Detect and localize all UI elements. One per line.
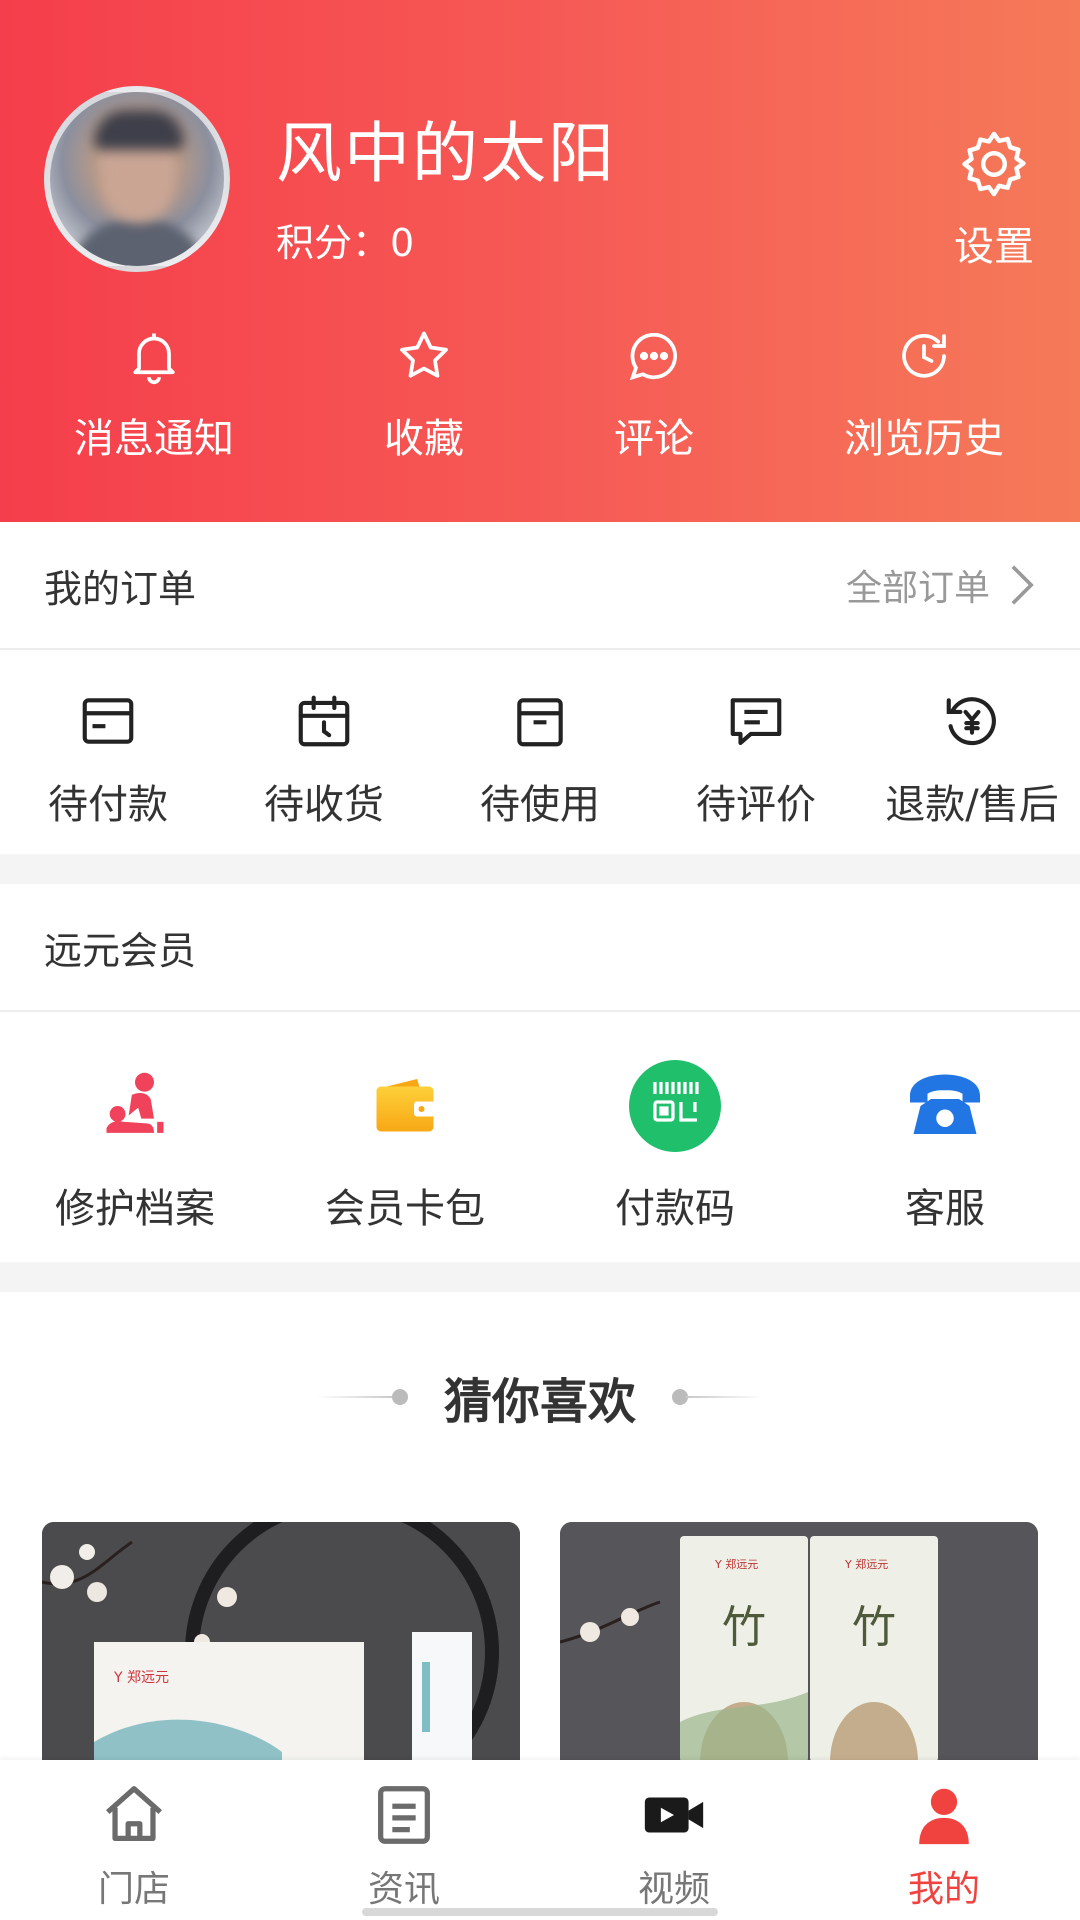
quick-link-history[interactable]: 浏览历史 [814,326,1034,464]
recommendations-section: 猜你喜欢 Y 郑远元 Y 郑远元 Y 郑远元 竹 竹 [0,1292,1080,1762]
tab-store[interactable]: 门店 [34,1780,234,1912]
svg-text:竹: 竹 [852,1602,896,1653]
history-icon [902,333,946,378]
quick-link-comments[interactable]: 评论 [544,326,764,464]
quick-link-notifications[interactable]: 消息通知 [44,326,264,464]
svg-text:竹: 竹 [722,1602,766,1653]
gear-icon [962,131,1026,197]
refund-icon [946,697,996,746]
orders-panel: 我的订单 全部订单 待付款 待收货 待使用 待评价 退款/售后 [0,522,1080,854]
home-indicator[interactable] [362,1908,718,1916]
member-customer-service[interactable]: 客服 [810,1056,1080,1234]
orders-title: 我的订单 [44,566,197,611]
order-status-to-use[interactable]: 待使用 [432,690,648,830]
star-icon [400,331,448,378]
user-name: 风中的太阳 [276,115,616,192]
calendar-icon [298,695,350,747]
order-status-to-review[interactable]: 待评价 [648,690,864,830]
bottom-tab-bar: 门店 资讯 视频 我的 [0,1760,1080,1920]
quick-link-label: 消息通知 [74,416,234,462]
product-card[interactable]: Y 郑远元 [42,1522,520,1762]
video-icon [644,1797,704,1833]
order-status-refund[interactable]: 退款/售后 [864,690,1080,830]
orders-header: 我的订单 全部订单 [0,522,1080,650]
qr-code-icon [625,1056,725,1156]
avatar[interactable] [44,86,230,272]
user-icon [919,1788,969,1845]
recommendations-title: 猜你喜欢 [443,1374,636,1430]
points-text: 积分：0 [276,212,414,267]
quick-link-label: 评论 [614,416,694,462]
quick-link-label: 收藏 [384,416,464,462]
quick-link-favorites[interactable]: 收藏 [314,326,534,464]
tab-label: 门店 [97,1869,170,1910]
divider [686,1396,764,1398]
member-panel: 远元会员 修护档案 会员卡包 付款码 客服 [0,884,1080,1262]
order-status-label: 待使用 [480,782,600,828]
wallet-icon [355,1056,455,1156]
order-status-unpaid[interactable]: 待付款 [0,690,216,830]
product-image: Y 郑远元 [42,1522,520,1762]
member-service-label: 客服 [905,1186,985,1232]
order-status-label: 待付款 [48,782,168,828]
member-payment-code[interactable]: 付款码 [540,1056,810,1234]
member-service-label: 修护档案 [55,1186,215,1232]
product-image: Y 郑远元 Y 郑远元 竹 竹 [560,1522,1038,1762]
all-orders-label: 全部订单 [845,568,990,609]
member-service-label: 付款码 [615,1186,735,1232]
profile-header: 风中的太阳 积分：0 设置 消息通知 收藏 评论 浏览历史 [0,0,1080,522]
member-repair-records[interactable]: 修护档案 [0,1056,270,1234]
settings-button[interactable]: 设置 [944,126,1044,272]
svg-text:Y 郑远元: Y 郑远元 [113,1670,169,1686]
order-status-label: 待评价 [696,782,816,828]
chevron-right-icon [1011,565,1034,605]
review-icon [730,698,782,746]
points-label: 积分： [276,221,391,265]
tab-news[interactable]: 资讯 [304,1780,504,1912]
member-title: 远元会员 [44,928,197,973]
svg-text:Y 郑远元: Y 郑远元 [714,1557,758,1571]
order-status-grid: 待付款 待收货 待使用 待评价 退款/售后 [0,650,1080,850]
tab-mine[interactable]: 我的 [844,1780,1044,1912]
phone-icon [895,1056,995,1156]
tab-video[interactable]: 视频 [574,1780,774,1912]
product-card[interactable]: Y 郑远元 Y 郑远元 竹 竹 [560,1522,1038,1762]
comment-icon [629,332,678,381]
settings-label: 设置 [954,224,1034,270]
order-status-label: 待收货 [264,782,384,828]
recommendations-header: 猜你喜欢 [0,1362,1080,1432]
tab-label: 视频 [637,1869,710,1910]
all-orders-link[interactable]: 全部订单 [846,559,1036,611]
member-header: 远元会员 [0,884,1080,1012]
svg-text:Y 郑远元: Y 郑远元 [844,1557,888,1571]
quick-link-label: 浏览历史 [844,416,1004,462]
member-card-wallet[interactable]: 会员卡包 [270,1056,540,1234]
member-services-grid: 修护档案 会员卡包 付款码 客服 [0,1012,1080,1262]
bell-icon [133,333,175,385]
points-value: 0 [390,221,415,265]
box-icon [517,698,563,747]
news-icon [378,1786,430,1844]
card-icon [82,698,134,744]
order-status-label: 退款/售后 [885,782,1059,828]
member-service-label: 会员卡包 [325,1186,485,1232]
quick-links: 消息通知 收藏 评论 浏览历史 [0,326,1080,476]
home-icon [106,1786,162,1841]
tab-label: 我的 [907,1869,980,1910]
tab-label: 资讯 [367,1869,440,1910]
massage-icon [85,1056,185,1156]
order-status-to-receive[interactable]: 待收货 [216,690,432,830]
